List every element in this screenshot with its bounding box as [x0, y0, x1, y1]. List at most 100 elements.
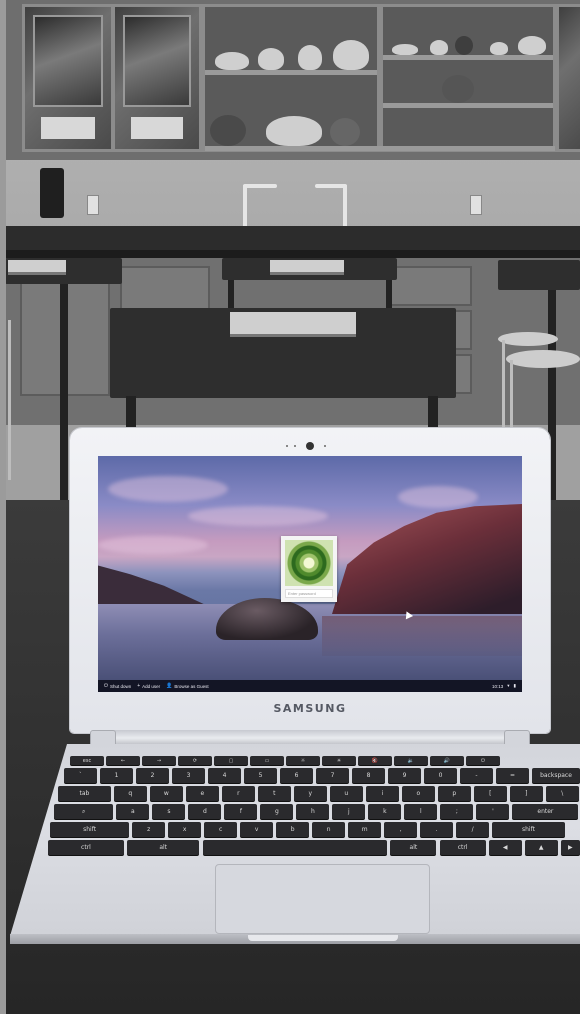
glass-cabinet-right — [112, 4, 202, 152]
key[interactable]: v — [240, 822, 274, 837]
key-space[interactable] — [202, 840, 388, 855]
key[interactable]: ⟳ — [178, 756, 212, 765]
key[interactable]: ▲ — [524, 840, 558, 855]
key[interactable]: x — [168, 822, 202, 837]
key[interactable]: l — [404, 804, 438, 819]
key[interactable]: s — [152, 804, 186, 819]
status-area[interactable]: 10:13 ▾ ▮ — [492, 683, 516, 689]
key[interactable]: t — [257, 786, 291, 801]
key[interactable]: p — [437, 786, 471, 801]
browse-as-guest-button[interactable]: 👤 Browse as Guest — [166, 683, 209, 689]
add-user-button[interactable]: + Add user — [137, 683, 160, 689]
wall-cabinets — [0, 0, 580, 160]
hill-left — [98, 565, 208, 606]
key[interactable]: c — [204, 822, 238, 837]
wall-outlet — [87, 195, 99, 215]
key[interactable]: w — [149, 786, 183, 801]
key[interactable]: alt — [390, 840, 437, 855]
key[interactable]: q — [113, 786, 147, 801]
photo-scene: Enter password ⏻ Shut down + Add user 👤 … — [0, 0, 580, 1014]
key[interactable]: 2 — [136, 768, 169, 783]
key[interactable]: ⏻ — [466, 756, 500, 765]
key[interactable]: tab — [58, 786, 111, 801]
key[interactable]: , — [384, 822, 418, 837]
key[interactable]: 7 — [316, 768, 349, 783]
key[interactable]: g — [260, 804, 294, 819]
key[interactable]: ' — [476, 804, 510, 819]
key[interactable]: k — [368, 804, 402, 819]
key[interactable]: backspace — [532, 768, 580, 783]
login-wallpaper: Enter password — [98, 456, 522, 680]
key[interactable]: → — [142, 756, 176, 765]
key[interactable]: u — [329, 786, 363, 801]
add-user-icon: + — [137, 683, 141, 689]
soap-dispenser — [40, 168, 64, 218]
key[interactable]: ⌕ — [54, 804, 114, 819]
key[interactable]: shift — [492, 822, 565, 837]
key[interactable]: 3 — [172, 768, 205, 783]
key[interactable]: e — [185, 786, 219, 801]
key[interactable]: ← — [106, 756, 140, 765]
key[interactable]: 6 — [280, 768, 313, 783]
key[interactable]: ▢ — [214, 756, 248, 765]
key[interactable]: ☼ — [286, 756, 320, 765]
key[interactable]: \ — [545, 786, 579, 801]
user-pod[interactable]: Enter password — [281, 536, 337, 602]
key[interactable]: d — [188, 804, 222, 819]
key[interactable]: esc — [70, 756, 104, 765]
key[interactable]: 0 — [424, 768, 457, 783]
key[interactable]: m — [348, 822, 382, 837]
key[interactable]: - — [460, 768, 493, 783]
key[interactable]: . — [420, 822, 454, 837]
key[interactable]: ▭ — [250, 756, 284, 765]
key[interactable]: b — [276, 822, 310, 837]
password-field[interactable]: Enter password — [285, 589, 333, 598]
keyboard[interactable]: esc ← → ⟳ ▢ ▭ ☼ ☀ 🔇 🔉 🔊 ⏻ ` 1 2 3 4 5 6 7 8 9 0- = backspace tab q… — [48, 752, 580, 862]
key[interactable]: a — [116, 804, 150, 819]
key[interactable]: z — [132, 822, 166, 837]
key[interactable]: 5 — [244, 768, 277, 783]
shut-down-button[interactable]: ⏻ Shut down — [104, 683, 131, 689]
key[interactable]: 1 — [100, 768, 133, 783]
key[interactable]: i — [365, 786, 399, 801]
key[interactable]: f — [224, 804, 258, 819]
key[interactable]: enter — [512, 804, 579, 819]
key[interactable]: = — [496, 768, 529, 783]
faucet — [243, 185, 247, 230]
key[interactable]: 🔊 — [430, 756, 464, 765]
trackpad[interactable] — [215, 864, 430, 934]
lid-notch — [248, 935, 398, 941]
key[interactable]: ` — [64, 768, 97, 783]
key[interactable]: n — [312, 822, 346, 837]
key[interactable]: r — [221, 786, 255, 801]
key[interactable]: 9 — [388, 768, 421, 783]
key[interactable]: [ — [473, 786, 507, 801]
key[interactable]: ; — [440, 804, 474, 819]
key[interactable]: ▶ — [560, 840, 580, 855]
stool — [506, 350, 580, 368]
key[interactable]: o — [401, 786, 435, 801]
key[interactable]: j — [332, 804, 366, 819]
key[interactable]: / — [456, 822, 490, 837]
key[interactable]: 8 — [352, 768, 385, 783]
key[interactable]: alt — [126, 840, 200, 855]
key[interactable]: 4 — [208, 768, 241, 783]
mountain-right — [332, 504, 522, 614]
key[interactable]: ☀ — [322, 756, 356, 765]
key[interactable]: shift — [50, 822, 130, 837]
user-avatar[interactable] — [285, 540, 333, 586]
add-user-label: Add user — [142, 683, 161, 689]
key[interactable]: y — [293, 786, 327, 801]
wall-outlet — [470, 195, 482, 215]
browse-as-guest-label: Browse as Guest — [174, 683, 209, 689]
key[interactable]: 🔇 — [358, 756, 392, 765]
key[interactable]: h — [296, 804, 330, 819]
key[interactable]: ctrl — [48, 840, 124, 855]
key[interactable]: ◀ — [488, 840, 522, 855]
glass-cabinet-edge — [556, 4, 580, 152]
key[interactable]: ] — [509, 786, 543, 801]
key[interactable]: ctrl — [439, 840, 486, 855]
guest-icon: 👤 — [166, 683, 173, 689]
key[interactable]: 🔉 — [394, 756, 428, 765]
lab-table — [498, 260, 580, 290]
